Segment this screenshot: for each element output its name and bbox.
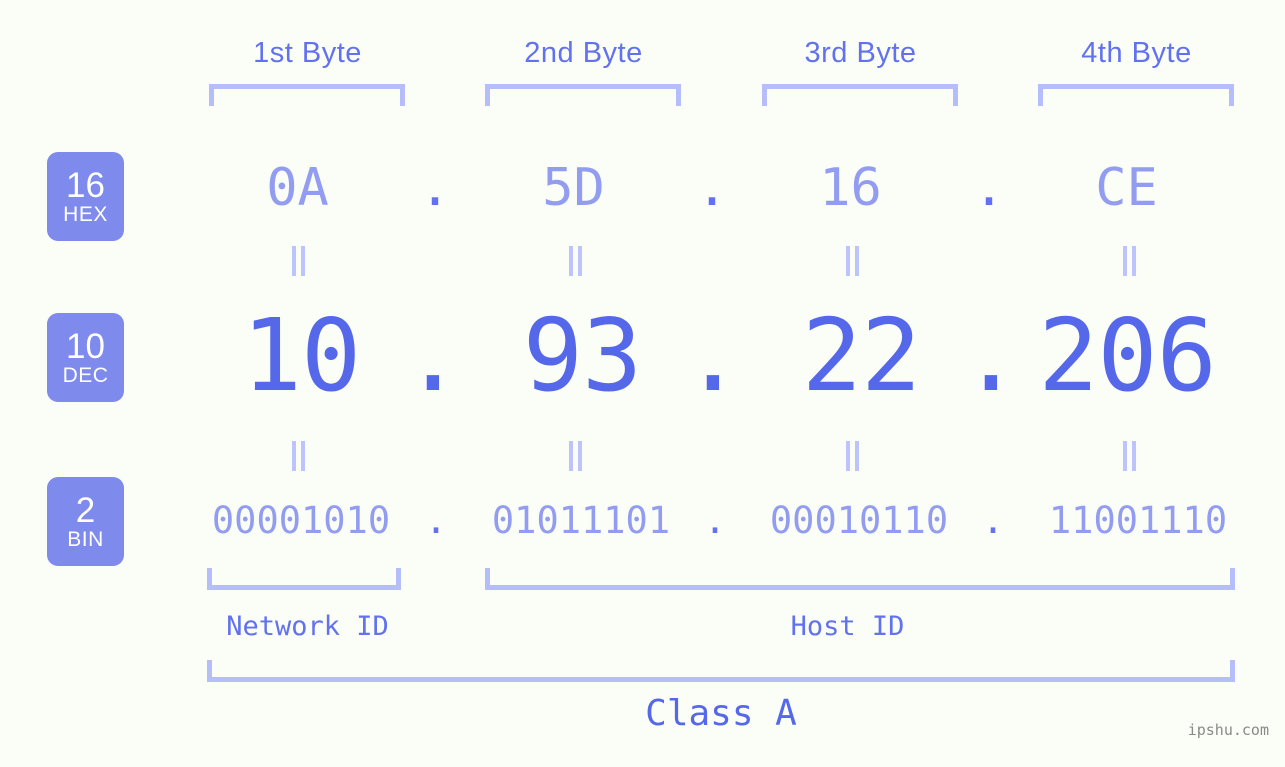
hex-octet-2: 5D	[542, 158, 605, 218]
byte-header-2: 2nd Byte	[524, 37, 643, 69]
hex-octet-4: CE	[1095, 158, 1158, 218]
ip-address-breakdown-diagram: 1st Byte 2nd Byte 3rd Byte 4th Byte 16 H…	[0, 0, 1285, 767]
bin-octet-2: 01011101	[491, 499, 671, 542]
byte-header-4: 4th Byte	[1081, 37, 1192, 69]
class-bracket	[207, 660, 1235, 682]
equals-mark-dec-bin-3	[840, 439, 864, 473]
base-badge-bin: 2 BIN	[47, 477, 124, 566]
equals-mark-hex-dec-3	[840, 244, 864, 278]
network-id-label: Network ID	[226, 611, 389, 642]
byte-header-3: 3rd Byte	[804, 37, 917, 69]
bin-separator-2: .	[703, 499, 727, 542]
hex-separator-3: .	[973, 158, 1005, 218]
host-id-label: Host ID	[790, 611, 905, 642]
equals-mark-hex-dec-2	[563, 244, 587, 278]
base-badge-bin-name: BIN	[67, 527, 104, 551]
dec-separator-1: .	[402, 297, 464, 414]
base-badge-bin-number: 2	[75, 490, 96, 530]
byte-header-1: 1st Byte	[253, 37, 362, 69]
bin-separator-1: .	[424, 499, 448, 542]
network-id-bracket	[207, 568, 401, 590]
dec-octet-1: 10	[241, 297, 361, 414]
equals-mark-dec-bin-4	[1117, 439, 1141, 473]
dec-octet-3: 22	[801, 297, 921, 414]
bin-separator-3: .	[981, 499, 1005, 542]
hex-separator-2: .	[696, 158, 728, 218]
watermark: ipshu.com	[1187, 721, 1269, 739]
bin-octet-3: 00010110	[769, 499, 949, 542]
host-id-bracket	[485, 568, 1235, 590]
base-badge-hex-number: 16	[66, 165, 105, 205]
equals-mark-dec-bin-1	[286, 439, 310, 473]
byte-bracket-2	[485, 84, 681, 106]
hex-octet-3: 16	[819, 158, 882, 218]
byte-bracket-1	[209, 84, 405, 106]
dec-octet-2: 93	[522, 297, 642, 414]
base-badge-hex-name: HEX	[63, 202, 108, 226]
dec-octet-4: 206	[1038, 297, 1217, 414]
base-badge-dec-name: DEC	[62, 363, 109, 387]
base-badge-dec-number: 10	[66, 326, 105, 366]
class-label: Class A	[645, 693, 797, 734]
equals-mark-dec-bin-2	[563, 439, 587, 473]
equals-mark-hex-dec-4	[1117, 244, 1141, 278]
byte-bracket-3	[762, 84, 958, 106]
bin-octet-1: 00001010	[211, 499, 391, 542]
equals-mark-hex-dec-1	[286, 244, 310, 278]
base-badge-dec: 10 DEC	[47, 313, 124, 402]
base-badge-hex: 16 HEX	[47, 152, 124, 241]
hex-separator-1: .	[419, 158, 451, 218]
dec-separator-2: .	[682, 297, 744, 414]
byte-bracket-4	[1038, 84, 1234, 106]
bin-octet-4: 11001110	[1048, 499, 1228, 542]
hex-octet-1: 0A	[266, 158, 329, 218]
